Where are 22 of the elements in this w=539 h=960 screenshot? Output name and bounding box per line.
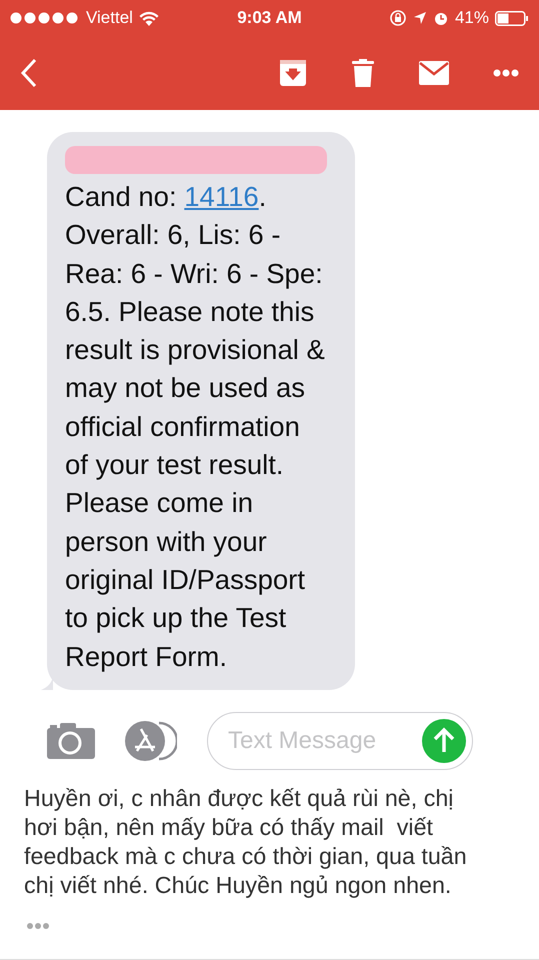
message-text: Cand no: 14116. Overall: 6, Lis: 6 - Rea: 6 - Wri: 6 - Spe: 6.5. Please note this result is provisional & may not be used as official confirmation of your test result. Please come in person with your original ID/Passport to pick up the Test Report Form. (65, 180, 326, 674)
send-button[interactable] (422, 718, 466, 763)
more-button[interactable] (493, 69, 519, 77)
archive-button[interactable] (279, 59, 307, 87)
location-icon (412, 11, 427, 25)
show-trimmed-content-icon[interactable] (26, 922, 50, 930)
signal-icon (10, 12, 80, 24)
rotation-lock-icon (388, 9, 407, 27)
battery-percent: 41% (454, 8, 489, 28)
app-store-button[interactable] (125, 720, 177, 761)
back-button[interactable] (20, 58, 38, 88)
delete-button[interactable] (351, 59, 375, 87)
battery-icon (495, 10, 529, 26)
camera-button[interactable] (47, 722, 95, 759)
clock-time: 9:03 AM (237, 8, 302, 28)
carrier-name: Viettel (86, 8, 133, 28)
text-message-field[interactable]: Text Message (207, 712, 473, 770)
alarm-icon (432, 10, 449, 26)
email-body-text: Huyền ơi, c nhân được kết quả rùi nè, chị hơi bận, nên mấy bữa có thấy mail viết feedback mà c chưa có thời gian, qua tuần chị viết nhé. Chúc Huyền ngủ ngon nhen. (24, 784, 468, 900)
mail-button[interactable] (419, 61, 449, 85)
candidate-number-link[interactable]: 14116 (184, 181, 259, 212)
wifi-icon (138, 10, 159, 26)
